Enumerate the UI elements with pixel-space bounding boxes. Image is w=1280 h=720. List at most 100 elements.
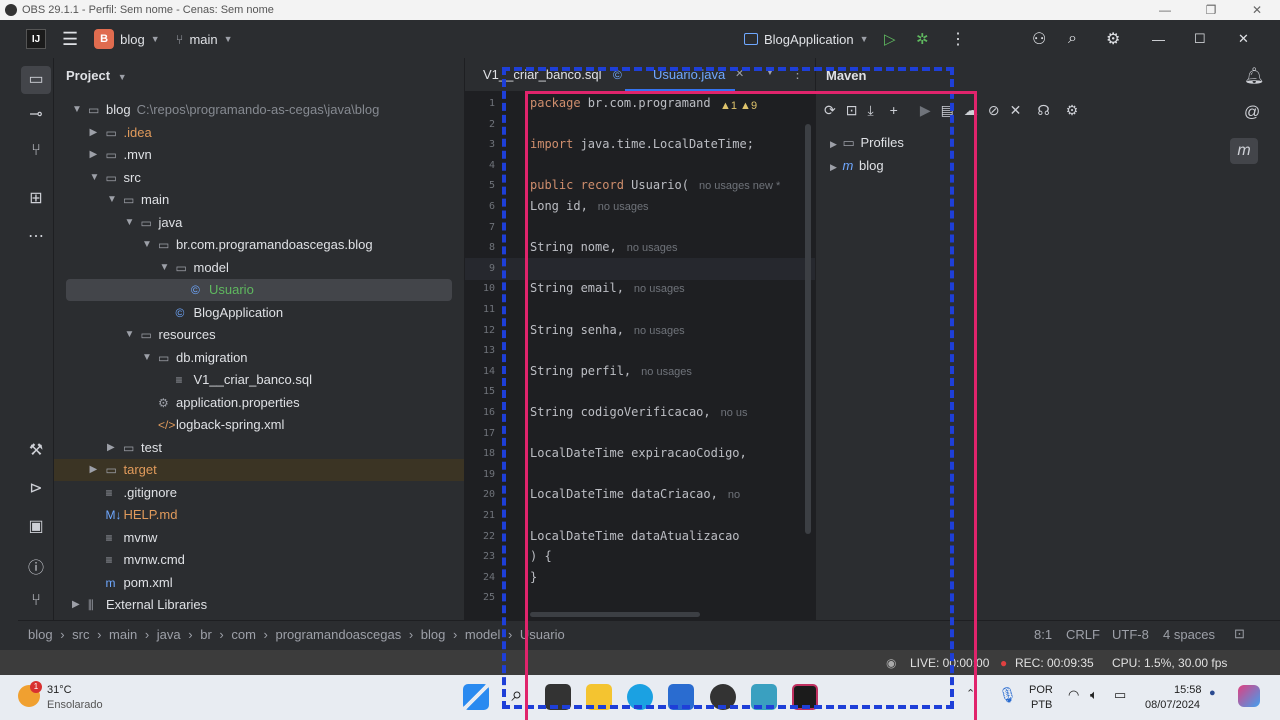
chevron-right-icon[interactable]: ▶ <box>72 594 80 616</box>
structure-icon[interactable]: ⊞ <box>18 188 54 208</box>
line-number: 9 <box>488 262 495 274</box>
weather-temp[interactable]: 31°C <box>47 684 72 696</box>
battery-icon[interactable]: ▭ <box>1114 687 1126 703</box>
chevron-down-icon[interactable]: ▼ <box>72 99 82 121</box>
tree-item-label: java <box>158 214 183 230</box>
tree-item[interactable]: ▼ ▭ main <box>54 189 464 211</box>
breadcrumb-item[interactable]: blog <box>28 627 53 642</box>
breadcrumb-item[interactable]: model <box>465 627 500 642</box>
chevron-down-icon[interactable]: ▼ <box>160 257 170 279</box>
clock-date[interactable]: 08/07/2024 <box>1145 699 1200 711</box>
breadcrumb-item[interactable]: java <box>157 627 181 642</box>
clock-time[interactable]: 15:58 <box>1174 684 1202 696</box>
tree-item[interactable]: © Usuario <box>66 279 452 301</box>
obs-maximize-icon[interactable]: ❐ <box>1188 0 1234 20</box>
minimize-icon[interactable]: — <box>1144 32 1173 47</box>
breadcrumb-item[interactable]: br <box>200 627 212 642</box>
debug-icon[interactable]: ✲ <box>908 30 937 48</box>
run-config-selector[interactable]: BlogApplication ▼ <box>736 32 877 47</box>
maven-tool-icon[interactable]: m <box>1230 138 1258 164</box>
copilot-icon[interactable] <box>1238 685 1260 707</box>
chevron-right-icon[interactable]: ▶ <box>90 144 98 166</box>
chevron-down-icon[interactable]: ▼ <box>125 212 135 234</box>
services-icon[interactable]: ⊳ <box>18 478 54 498</box>
more-tools-icon[interactable]: ⋯ <box>18 226 54 246</box>
tree-item[interactable]: © BlogApplication <box>54 302 464 324</box>
breadcrumb-item[interactable]: src <box>72 627 89 642</box>
tree-item[interactable]: M↓ HELP.md <box>54 504 464 526</box>
tree-item[interactable]: ≡ mvnw <box>54 527 464 549</box>
collapse-icon[interactable]: ✕ <box>1010 102 1022 119</box>
search-icon[interactable]: ⌕ <box>1060 30 1085 48</box>
windows-start-icon[interactable] <box>463 684 489 710</box>
wifi-icon[interactable]: ◠ <box>1068 687 1079 703</box>
tree-item[interactable]: m pom.xml <box>54 572 464 594</box>
line-separator[interactable]: CRLF <box>1066 627 1100 642</box>
caret-position[interactable]: 8:1 <box>1034 627 1052 642</box>
maven-settings-icon[interactable]: ⚙ <box>1066 102 1079 119</box>
chevron-right-icon[interactable]: ▶ <box>107 437 115 459</box>
chevron-down-icon[interactable]: ▼ <box>142 234 152 256</box>
obs-close-icon[interactable]: ✕ <box>1234 0 1280 20</box>
tree-item[interactable]: ≡ .gitignore <box>54 482 464 504</box>
breadcrumb-item[interactable]: main <box>109 627 137 642</box>
tree-item[interactable]: </> logback-spring.xml <box>54 414 464 436</box>
tree-item[interactable]: ▶ ⫼ External Libraries <box>54 594 464 616</box>
microphone-icon[interactable]: 🎙︎ <box>998 686 1017 704</box>
main-menu-icon[interactable]: ☰ <box>54 29 86 50</box>
tree-item[interactable]: ▶ ▭ .mvn <box>54 144 464 166</box>
close-icon[interactable]: ✕ <box>1230 31 1257 47</box>
notification-bell-icon[interactable]: ● <box>1209 687 1216 699</box>
chevron-down-icon[interactable]: ▼ <box>90 167 100 189</box>
tree-item[interactable]: ▼ ▭ blog C:\repos\programando-as-cegas\java… <box>54 99 464 121</box>
chevron-down-icon[interactable]: ▼ <box>142 347 152 369</box>
commit-icon[interactable]: ⊸ <box>18 104 54 124</box>
tree-item[interactable]: ≡ mvnw.cmd <box>54 549 464 571</box>
file-encoding[interactable]: UTF-8 <box>1112 627 1149 642</box>
keyboard-layout[interactable]: PTB <box>1031 699 1052 711</box>
terminal-icon[interactable]: ▣ <box>18 516 54 536</box>
build-hammer-icon[interactable]: ⚒ <box>18 440 54 460</box>
pull-requests-icon[interactable]: ⑂ <box>18 142 54 160</box>
tree-item[interactable]: ▼ ▭ br.com.programandoascegas.blog <box>54 234 464 256</box>
run-icon[interactable]: ▷ <box>876 30 904 48</box>
weather-desc[interactable]: Ensolarado <box>47 699 103 711</box>
more-actions-icon[interactable]: ⋮ <box>942 29 974 49</box>
project-switcher[interactable]: B blog ▼ <box>86 29 168 49</box>
settings-gear-icon[interactable]: ⚙ <box>1098 29 1128 49</box>
obs-minimize-icon[interactable]: — <box>1142 0 1188 20</box>
ai-assistant-icon[interactable]: @ <box>1244 104 1260 122</box>
tree-item[interactable]: ▼ ▭ resources <box>54 324 464 346</box>
branch-switcher[interactable]: ⑂ main ▼ <box>168 32 241 47</box>
cancel-icon[interactable]: ⊘ <box>988 102 1000 119</box>
tree-item[interactable]: ▼ ▭ db.migration <box>54 347 464 369</box>
language-code[interactable]: POR <box>1029 684 1053 696</box>
indent-setting[interactable]: 4 spaces <box>1163 627 1215 642</box>
git-icon[interactable]: ⑂ <box>18 592 54 610</box>
tree-item[interactable]: ▶ ▭ .idea <box>54 122 464 144</box>
project-name: blog <box>120 31 145 47</box>
user-icon[interactable]: ⚇ <box>1024 29 1054 49</box>
problems-icon[interactable]: ⓘ <box>18 554 54 578</box>
volume-icon[interactable]: 🔈︎ <box>1090 687 1098 703</box>
chevron-right-icon[interactable]: ▶ <box>90 122 98 144</box>
breadcrumb-item[interactable]: com <box>231 627 256 642</box>
tree-item[interactable]: ▼ ▭ model <box>54 257 464 279</box>
lock-icon[interactable]: ⊡ <box>1234 626 1245 642</box>
breadcrumb-item[interactable]: programandoascegas <box>275 627 401 642</box>
tree-item[interactable]: ▼ ▭ java <box>54 212 464 234</box>
tree-item[interactable]: ≡ V1__criar_banco.sql <box>54 369 464 391</box>
maximize-icon[interactable]: ☐ <box>1186 31 1214 47</box>
project-folder-icon[interactable]: ▭ <box>21 66 51 94</box>
notifications-bell-icon[interactable]: 🔔︎ <box>1244 66 1264 86</box>
tree-item[interactable]: ▶ ▭ test <box>54 437 464 459</box>
chevron-down-icon[interactable]: ▼ <box>125 324 135 346</box>
chevron-right-icon[interactable]: ▶ <box>90 459 98 481</box>
show-dependencies-icon[interactable]: ☊ <box>1037 102 1049 119</box>
tree-item[interactable]: ▼ ▭ src <box>54 167 464 189</box>
tree-item[interactable]: ▶ ▭ target <box>54 459 464 481</box>
chevron-down-icon[interactable]: ▼ <box>107 189 117 211</box>
project-panel-header[interactable]: Project ▼ <box>66 68 127 83</box>
breadcrumb-item[interactable]: blog <box>421 627 446 642</box>
tree-item[interactable]: ⚙ application.properties <box>54 392 464 414</box>
